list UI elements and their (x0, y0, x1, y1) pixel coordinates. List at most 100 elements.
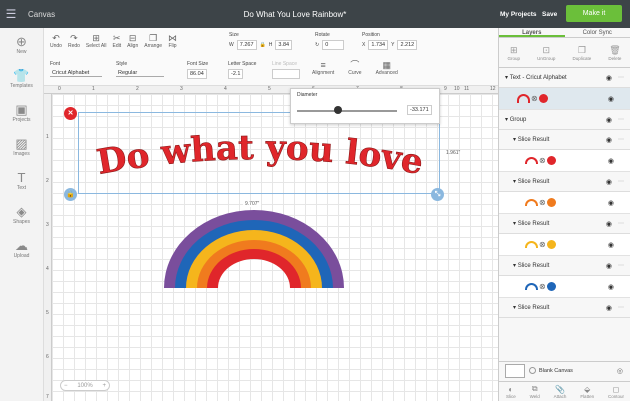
blank-canvas-swatch[interactable] (505, 363, 525, 378)
diameter-input[interactable]: -33.171 (407, 105, 432, 115)
select-all-button[interactable]: ⊞ Select All (86, 33, 107, 49)
slice-result-header[interactable]: ▾ Slice Result ◉ ⋯ (499, 256, 630, 276)
tab-layers[interactable]: Layers (499, 28, 565, 37)
align-label: Align (127, 43, 139, 49)
eye-icon[interactable]: ◉ (606, 178, 612, 186)
diameter-slider-thumb[interactable] (334, 106, 342, 114)
lock-handle-icon[interactable]: 🔒 (64, 188, 77, 201)
contour-button[interactable]: ◻ Contour (608, 385, 624, 399)
font-dropdown[interactable]: Cricut Alphabet (50, 70, 102, 77)
more-icon[interactable]: ⋯ (618, 304, 624, 311)
delete-button[interactable]: 🗑 Delete (608, 45, 621, 61)
layer-group-header[interactable]: ▾ Group ◉ ⋯ (499, 110, 630, 130)
resize-handle-icon[interactable]: ⤡ (431, 188, 444, 201)
rainbow-graphic[interactable] (163, 206, 345, 296)
more-icon[interactable]: ⋯ (618, 178, 624, 185)
slice-result-header[interactable]: ▾ Slice Result ◉ ⋯ (499, 298, 630, 318)
slice-button[interactable]: ◐ Slice (506, 385, 516, 399)
slice-item[interactable]: ⊗ ◉ (499, 276, 630, 298)
linked-icon: ⊗ (539, 198, 546, 207)
tab-color-sync[interactable]: Color Sync (565, 28, 630, 37)
color-swatch[interactable] (546, 282, 556, 291)
diameter-slider[interactable] (297, 110, 397, 112)
eye-icon[interactable]: ◉ (606, 74, 612, 82)
save-button[interactable]: Save (542, 11, 557, 18)
color-swatch[interactable] (546, 240, 556, 249)
more-icon[interactable]: ⋯ (618, 116, 624, 123)
more-icon[interactable]: ⋯ (618, 74, 624, 81)
ruler-number: 2 (136, 86, 139, 92)
arrange-button[interactable]: ❐ Arrange (144, 33, 162, 49)
edit-button[interactable]: ✂ Edit (112, 33, 121, 49)
zoom-in-icon[interactable]: + (102, 383, 106, 389)
sidebar-text[interactable]: T Text (0, 164, 43, 198)
eye-off-icon[interactable]: ◎ (617, 367, 623, 375)
width-input[interactable]: 7.267 (236, 40, 257, 50)
delete-handle-icon[interactable]: ✕ (64, 107, 77, 120)
flatten-button[interactable]: ⬙ Flatten (580, 385, 594, 399)
layer-text-item[interactable]: ⊗ ◉ (499, 88, 630, 110)
attach-icon: 📎 (555, 384, 566, 394)
layer-title: Slice Result (517, 262, 550, 269)
more-icon[interactable]: ⋯ (618, 136, 624, 143)
curve-button[interactable]: ⌒ Curve (348, 60, 361, 76)
eye-icon[interactable]: ◉ (608, 157, 614, 165)
lock-icon[interactable]: 🔒 (260, 42, 266, 48)
eye-icon[interactable]: ◉ (608, 199, 614, 207)
eye-icon[interactable]: ◉ (608, 283, 614, 291)
y-input[interactable]: 2.212 (397, 40, 418, 50)
eye-icon[interactable]: ◉ (606, 262, 612, 270)
slice-result-header[interactable]: ▾ Slice Result ◉ ⋯ (499, 214, 630, 234)
sidebar-new[interactable]: ⊕ New (0, 28, 43, 62)
slice-result-header[interactable]: ▾ Slice Result ◉ ⋯ (499, 130, 630, 150)
more-icon[interactable]: ⋯ (618, 262, 624, 269)
eye-icon[interactable]: ◉ (606, 136, 612, 144)
my-projects-link[interactable]: My Projects (500, 11, 537, 18)
redo-button[interactable]: ↷ Redo (68, 33, 80, 49)
alignment-button[interactable]: ≡ Alignment (312, 60, 334, 76)
menu-icon[interactable]: ☰ (0, 7, 22, 21)
sidebar-shapes[interactable]: ◈ Shapes (0, 198, 43, 232)
eye-icon[interactable]: ◉ (606, 220, 612, 228)
duplicate-button[interactable]: ❐ Duplicate (573, 45, 592, 61)
letter-space-input[interactable]: -2.1 (228, 69, 244, 79)
group-button[interactable]: ⊞ Group (508, 45, 521, 61)
selection-box[interactable] (78, 112, 440, 194)
font-size-input[interactable]: 86.04 (187, 69, 207, 79)
sidebar-images[interactable]: ▨ Images (0, 130, 43, 164)
blank-canvas-radio[interactable] (529, 367, 536, 374)
slice-result-header[interactable]: ▾ Slice Result ◉ ⋯ (499, 172, 630, 192)
height-input[interactable]: 3.84 (275, 40, 293, 50)
attach-button[interactable]: 📎 Attach (554, 385, 567, 399)
eye-icon[interactable]: ◉ (606, 116, 612, 124)
ungroup-button[interactable]: ⊡ UnGroup (537, 45, 555, 61)
slice-item[interactable]: ⊗ ◉ (499, 192, 630, 214)
weld-button[interactable]: ⧉ Weld (530, 384, 540, 399)
make-it-button[interactable]: Make it (566, 5, 622, 22)
sidebar-label: Templates (10, 83, 33, 89)
color-swatch[interactable] (538, 94, 548, 103)
slice-item[interactable]: ⊗ ◉ (499, 234, 630, 256)
sidebar-projects[interactable]: ▣ Projects (0, 96, 43, 130)
slice-item[interactable]: ⊗ ◉ (499, 150, 630, 172)
flip-button[interactable]: ⋈ Flip (168, 33, 177, 49)
zoom-out-icon[interactable]: − (64, 383, 68, 389)
x-input[interactable]: 1.734 (368, 40, 389, 50)
advanced-button[interactable]: ▦ Advanced (376, 60, 398, 76)
align-button[interactable]: ⊟ Align (127, 33, 138, 49)
color-swatch[interactable] (546, 156, 556, 165)
color-swatch[interactable] (546, 198, 556, 207)
style-dropdown[interactable]: Regular (116, 70, 164, 77)
eye-icon[interactable]: ◉ (608, 95, 614, 103)
sidebar-templates[interactable]: 👕 Templates (0, 62, 43, 96)
eye-icon[interactable]: ◉ (606, 304, 612, 312)
arc-thumb-icon (525, 283, 538, 290)
sidebar-upload[interactable]: ☁ Upload (0, 232, 43, 266)
projects-icon: ▣ (15, 102, 28, 117)
blank-canvas-row[interactable]: Blank Canvas ◎ (499, 361, 630, 379)
more-icon[interactable]: ⋯ (618, 220, 624, 227)
layer-text-header[interactable]: ▾ Text - Cricut Alphabet ◉ ⋯ (499, 68, 630, 88)
eye-icon[interactable]: ◉ (608, 241, 614, 249)
rotate-input[interactable]: 0 (322, 40, 345, 50)
undo-button[interactable]: ↶ Undo (50, 33, 62, 49)
